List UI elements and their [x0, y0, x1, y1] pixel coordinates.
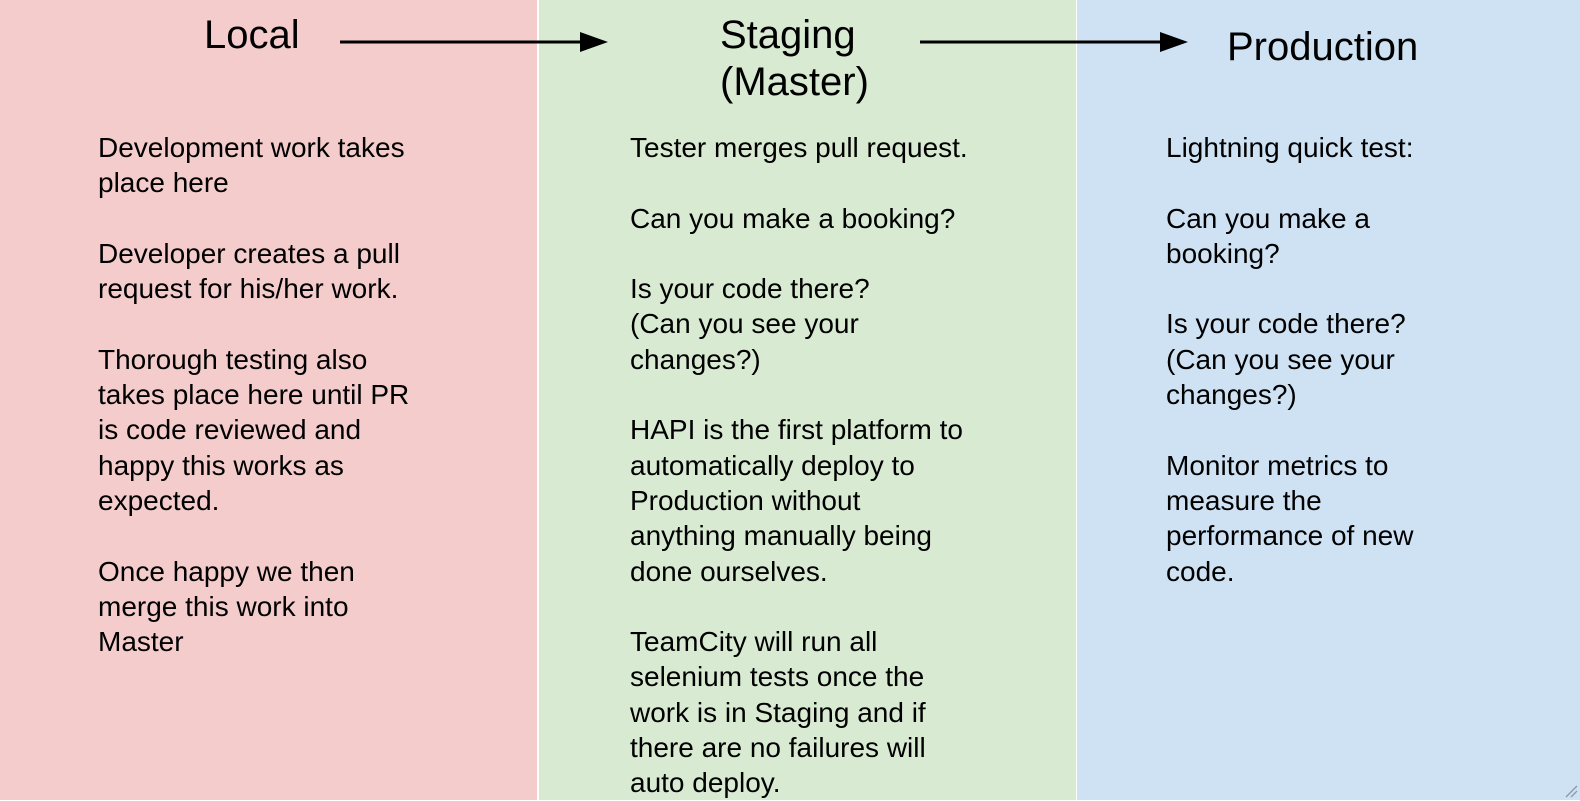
staging-paragraph: Is your code there? (Can you see your ch… [630, 273, 870, 375]
staging-description: Tester merges pull request. Can you make… [630, 130, 1010, 801]
staging-paragraph: HAPI is the first platform to automatica… [630, 414, 963, 587]
production-paragraph: Can you make a booking? [1166, 202, 1370, 269]
production-paragraph: Monitor metrics to measure the performan… [1166, 449, 1414, 587]
local-title: Local [204, 13, 300, 57]
staging-paragraph: TeamCity will run all selenium tests onc… [630, 626, 926, 799]
local-paragraph: Thorough testing also takes place here u… [98, 343, 410, 516]
staging-paragraph: Tester merges pull request. [630, 132, 968, 163]
staging-paragraph: Can you make a booking? [630, 202, 956, 234]
staging-title: Staging (Master) [720, 13, 869, 104]
production-paragraph: Lightning quick test: [1166, 132, 1414, 163]
production-paragraph: Is your code there? (Can you see your ch… [1166, 308, 1406, 411]
local-paragraph: Development work takes place here [98, 132, 405, 199]
local-paragraph: Developer creates a pull request for his… [98, 237, 400, 305]
production-description: Lightning quick test: Can you make a boo… [1166, 130, 1526, 589]
local-description: Development work takes place here Develo… [98, 130, 458, 659]
resize-grip-icon[interactable] [1564, 784, 1578, 798]
local-paragraph: Once happy we then merge this work into … [98, 555, 355, 658]
production-title: Production [1227, 25, 1419, 69]
